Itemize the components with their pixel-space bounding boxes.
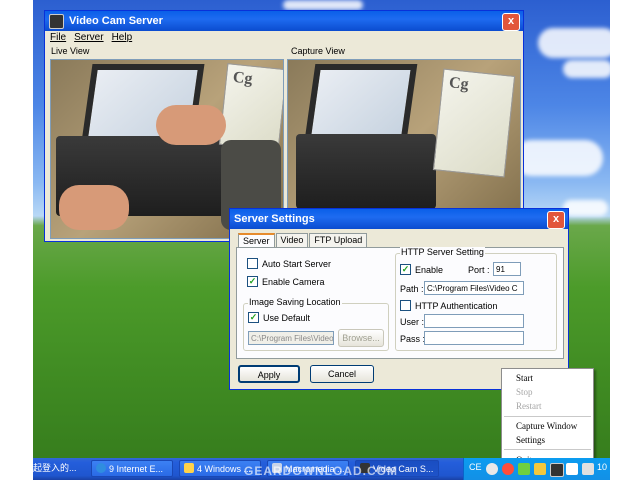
http-enable-checkbox[interactable]: ✓ Enable <box>400 264 443 275</box>
pass-label: Pass : <box>400 334 426 344</box>
tab-video[interactable]: Video <box>275 233 309 247</box>
http-path-input[interactable]: C:\Program Files\Video C <box>424 281 524 295</box>
cancel-button[interactable]: Cancel <box>310 365 374 383</box>
tray-icon-app[interactable] <box>566 463 578 475</box>
cloud <box>563 200 608 216</box>
checkmark-icon: ✓ <box>248 312 259 323</box>
http-server-group: HTTP Server Setting ✓ Enable Port : 91 P… <box>395 247 557 351</box>
close-button[interactable]: x <box>502 13 520 31</box>
pass-input[interactable] <box>424 331 524 345</box>
tray-icon-app[interactable] <box>534 463 546 475</box>
cloud <box>563 60 610 78</box>
menu-item-start[interactable]: Start <box>516 373 533 383</box>
auto-start-label: Auto Start Server <box>262 258 332 269</box>
menu-separator <box>504 416 591 417</box>
checkmark-icon: ✓ <box>247 276 258 287</box>
menu-file[interactable]: File <box>50 31 66 45</box>
taskbar-button-label: 起登入的... <box>33 463 77 473</box>
settings-tabs: Server Video FTP Upload <box>238 233 368 247</box>
tray-icon-app[interactable] <box>518 463 530 475</box>
port-input[interactable]: 91 <box>493 262 521 276</box>
http-auth-checkbox[interactable]: HTTP Authentication <box>400 300 497 311</box>
cloud <box>538 28 610 58</box>
close-icon: x <box>552 213 560 225</box>
laptop-keyboard-image <box>296 134 436 209</box>
tray-icon-help[interactable] <box>486 463 498 475</box>
internet-explorer-icon <box>96 463 106 473</box>
user-label: User : <box>400 317 425 327</box>
menu-bar: File Server Help <box>45 31 523 45</box>
apply-button[interactable]: Apply <box>238 365 300 383</box>
laptop-screen-image <box>304 64 418 140</box>
cloud <box>513 140 603 176</box>
server-settings-dialog: Server Settings x Server Video FTP Uploa… <box>229 208 569 390</box>
menu-server[interactable]: Server <box>74 31 103 45</box>
enable-camera-checkbox[interactable]: ✓ Enable Camera <box>247 276 325 287</box>
tab-ftp-upload[interactable]: FTP Upload <box>309 233 368 247</box>
tray-icon-video-cam-server[interactable] <box>550 463 564 477</box>
menu-help[interactable]: Help <box>112 31 133 45</box>
taskbar-button-ime[interactable]: 起登入的... <box>29 460 85 477</box>
server-tab-panel: Auto Start Server ✓ Enable Camera Image … <box>236 247 564 359</box>
tab-server[interactable]: Server <box>238 233 275 247</box>
menu-item-stop[interactable]: Stop <box>516 387 533 397</box>
image-saving-group: Image Saving Location ✓ Use Default C:\P… <box>243 297 389 351</box>
use-default-label: Use Default <box>263 312 311 323</box>
use-default-checkbox[interactable]: ✓ Use Default <box>248 312 310 323</box>
user-input[interactable] <box>424 314 524 328</box>
book-image: Cg <box>218 63 283 151</box>
taskbar-button-internet-explorer[interactable]: 9 Internet E... <box>91 460 173 477</box>
settings-titlebar[interactable]: Server Settings <box>230 209 568 229</box>
book-image: Cg <box>432 68 516 178</box>
checkbox-box <box>247 258 258 269</box>
system-tray: CE 10 <box>463 458 610 480</box>
main-window-title: Video Cam Server <box>69 15 163 27</box>
auto-start-checkbox[interactable]: Auto Start Server <box>247 258 331 269</box>
hand-image <box>59 185 129 230</box>
taskbar-button-label: 4 Windows ... <box>197 464 252 474</box>
main-window-titlebar[interactable]: Video Cam Server <box>45 11 523 31</box>
port-label: Port : <box>468 265 490 275</box>
capture-view-label: Capture View <box>291 46 345 56</box>
close-icon: x <box>507 15 515 27</box>
settings-close-button[interactable]: x <box>547 211 565 229</box>
menu-separator <box>504 449 591 450</box>
image-saving-group-label: Image Saving Location <box>248 297 342 307</box>
cloud <box>283 0 363 10</box>
tray-icon-network[interactable] <box>502 463 514 475</box>
folder-icon <box>184 463 194 473</box>
http-enable-label: Enable <box>415 264 444 275</box>
path-label: Path : <box>400 284 424 294</box>
http-server-group-label: HTTP Server Setting <box>400 247 485 257</box>
language-indicator[interactable]: CE <box>469 462 482 472</box>
checkmark-icon: ✓ <box>400 264 411 275</box>
menu-item-capture-window[interactable]: Capture Window <box>516 421 577 431</box>
clock[interactable]: 10 <box>597 462 607 472</box>
taskbar-button-label: 9 Internet E... <box>109 464 164 474</box>
browse-button[interactable]: Browse... <box>338 329 384 347</box>
camera-icon <box>49 13 64 29</box>
enable-camera-label: Enable Camera <box>262 276 325 287</box>
settings-title: Server Settings <box>234 213 315 225</box>
tray-context-menu: Start Stop Restart Capture Window Settin… <box>501 368 594 468</box>
watermark: GEARDOWNLOAD.COM <box>244 464 398 478</box>
checkbox-box <box>400 300 411 311</box>
menu-item-settings[interactable]: Settings <box>516 435 545 445</box>
live-view-label: Live View <box>51 46 90 56</box>
tray-icon-volume[interactable] <box>582 463 594 475</box>
menu-item-restart[interactable]: Restart <box>516 401 542 411</box>
http-auth-label: HTTP Authentication <box>415 300 498 311</box>
hand-image <box>156 105 226 145</box>
image-path-input[interactable]: C:\Program Files\Video <box>248 331 334 345</box>
